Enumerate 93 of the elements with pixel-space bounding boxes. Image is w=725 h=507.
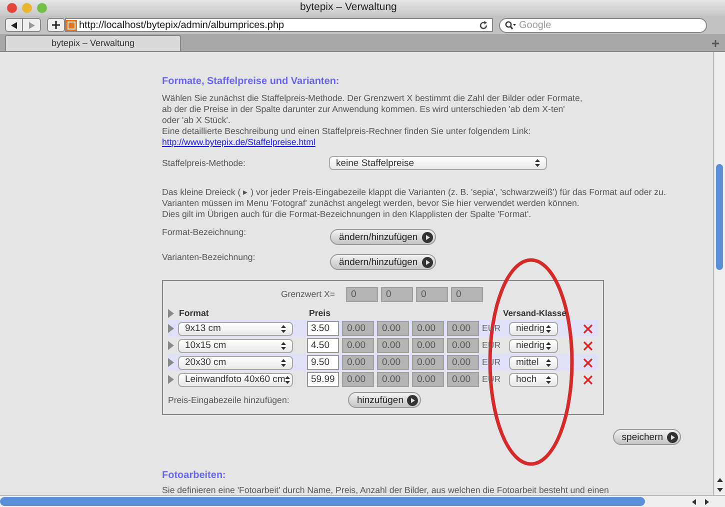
search-bar[interactable]: Google xyxy=(499,18,707,32)
tier-price-field[interactable]: 0.00 xyxy=(342,355,374,370)
updown-arrows-icon xyxy=(546,358,551,366)
shipping-select[interactable]: hoch xyxy=(509,372,558,386)
intro-text: oder 'ab X Stück'. xyxy=(162,115,232,126)
delete-icon[interactable] xyxy=(583,340,593,350)
add-row-label: Preis-Eingabezeile hinzufügen: xyxy=(168,394,290,406)
shipping-select[interactable]: niedrig xyxy=(509,322,558,336)
section-text: Sie definieren eine 'Fotoarbeit' durch Name, Preis, Anzahl der Bilder, aus welchen die Fotoarbeit besteht und einen xyxy=(162,485,610,495)
method-select[interactable]: keine Staffelpreise xyxy=(329,156,547,170)
tier-price-field[interactable]: 0.00 xyxy=(412,372,444,387)
vertical-scrollbar[interactable] xyxy=(713,52,725,495)
tier-price-field[interactable]: 0.00 xyxy=(447,372,479,387)
updown-arrows-icon xyxy=(535,159,540,167)
scroll-thumb[interactable] xyxy=(0,497,645,506)
info-text: Varianten müssen im Menu 'Fotograf' zunächst angelegt werden, bevor Sie hier verwendet werden können. xyxy=(162,198,580,209)
reload-icon[interactable] xyxy=(479,20,488,30)
arrow-circle-icon xyxy=(422,232,433,242)
format-select[interactable]: 9x13 cm xyxy=(178,322,293,336)
tier-price-field[interactable]: 0.00 xyxy=(447,321,479,336)
method-label: Staffelpreis-Methode: xyxy=(162,158,246,168)
threshold-field[interactable]: 0 xyxy=(416,286,448,302)
shipping-select[interactable]: niedrig xyxy=(509,338,558,352)
intro-text: ab der die Preise in der Spalte darunter zur Anwendung kommen. Es wird unterschieden 'ab dem X-ten' xyxy=(162,104,566,115)
price-field[interactable]: 9.50 xyxy=(307,355,339,370)
format-select[interactable]: 10x15 cm xyxy=(178,338,293,352)
action-label: Varianten-Bezeichnung: xyxy=(162,252,256,263)
column-header: Format xyxy=(179,308,210,318)
shipping-select[interactable]: mittel xyxy=(509,356,558,370)
threshold-field[interactable]: 0 xyxy=(381,286,413,302)
delete-icon[interactable] xyxy=(583,374,593,384)
updown-arrows-icon xyxy=(546,342,551,350)
tier-price-field[interactable]: 0.00 xyxy=(447,338,479,353)
zoom-icon[interactable] xyxy=(37,3,47,13)
delete-icon[interactable] xyxy=(583,324,593,334)
delete-icon[interactable] xyxy=(583,358,593,368)
column-header: Preis xyxy=(309,308,332,318)
add-row-button[interactable]: hinzufügen xyxy=(348,392,422,408)
add-bookmark-button[interactable] xyxy=(47,18,65,32)
arrow-circle-icon xyxy=(407,394,418,406)
updown-arrows-icon xyxy=(546,376,551,384)
horizontal-scrollbar[interactable] xyxy=(0,495,725,507)
tier-price-field[interactable]: 0.00 xyxy=(377,355,409,370)
tier-price-field[interactable]: 0.00 xyxy=(377,372,409,387)
tier-price-field[interactable]: 0.00 xyxy=(377,338,409,353)
site-icon xyxy=(66,20,77,30)
tier-price-field[interactable]: 0.00 xyxy=(447,355,479,370)
save-button[interactable]: speichern xyxy=(612,429,681,445)
scroll-thumb[interactable] xyxy=(716,164,723,270)
updown-arrows-icon xyxy=(546,324,551,332)
info-text: Das kleine Dreieck ( ▸ ) vor jeder Preis-Eingabezeile klappt die Varianten (z. B. 'sepia', 'schwarzweiß') für das Format auf oder zu. xyxy=(162,187,667,198)
tier-price-field[interactable]: 0.00 xyxy=(377,321,409,336)
window-title: bytepix – Verwaltung xyxy=(300,0,397,16)
arrow-circle-icon xyxy=(422,256,433,268)
forward-icon xyxy=(28,22,34,28)
updown-arrows-icon xyxy=(281,342,286,350)
tier-price-field[interactable]: 0.00 xyxy=(342,321,374,336)
tier-price-field[interactable]: 0.00 xyxy=(412,355,444,370)
new-tab-icon[interactable] xyxy=(712,40,719,47)
updown-arrows-icon xyxy=(281,358,286,366)
tier-price-field[interactable]: 0.00 xyxy=(412,338,444,353)
search-icon xyxy=(505,20,516,30)
change-add-button[interactable]: ändern/hinzufügen xyxy=(330,254,436,270)
threshold-field[interactable]: 0 xyxy=(451,286,483,302)
format-select[interactable]: 20x30 cm xyxy=(178,356,293,370)
updown-arrows-icon xyxy=(281,324,286,332)
format-select[interactable]: Leinwandfoto 40x60 cm xyxy=(178,372,293,386)
intro-text: Wählen Sie zunächst die Staffelpreis-Methode. Der Grenzwert X bestimmt die Zahl der Bilder oder Formate, xyxy=(162,93,584,104)
tier-price-field[interactable]: 0.00 xyxy=(342,338,374,353)
updown-arrows-icon xyxy=(285,376,290,384)
price-field[interactable]: 3.50 xyxy=(307,321,339,336)
change-add-button[interactable]: ändern/hinzufügen xyxy=(330,229,436,245)
staffelpreise-link[interactable]: http://www.bytepix.de/Staffelpreise.html xyxy=(162,137,316,147)
url-text: http://localhost/bytepix/admin/albumprices.php xyxy=(79,18,286,32)
threshold-label: Grenzwert X= xyxy=(280,288,336,300)
search-field[interactable]: Google xyxy=(519,18,669,32)
browser-tab[interactable]: bytepix – Verwaltung xyxy=(5,35,181,51)
price-field[interactable]: 59.99 xyxy=(307,372,339,387)
tier-price-field[interactable]: 0.00 xyxy=(342,372,374,387)
section-heading: Formate, Staffelpreise und Varianten: xyxy=(162,76,340,87)
price-field[interactable]: 4.50 xyxy=(307,338,339,353)
address-field[interactable]: http://localhost/bytepix/admin/albumprices.php xyxy=(65,18,493,32)
arrow-circle-icon xyxy=(667,432,678,442)
threshold-field[interactable]: 0 xyxy=(346,286,378,302)
back-icon xyxy=(11,22,17,28)
close-icon[interactable] xyxy=(7,3,17,13)
back-button[interactable] xyxy=(5,18,23,32)
section-heading: Fotoarbeiten: xyxy=(162,470,227,481)
tier-price-field[interactable]: 0.00 xyxy=(412,321,444,336)
info-text: Dies gilt im Übrigen auch für die Format-Bezeichnungen in den Klapplisten der Spalte 'Format'. xyxy=(162,209,532,220)
plus-icon xyxy=(52,21,60,29)
action-label: Format-Bezeichnung: xyxy=(162,227,248,238)
intro-text: Eine detaillierte Beschreibung und einen Staffelpreis-Rechner finden Sie unter folgendem Link: xyxy=(162,126,532,137)
